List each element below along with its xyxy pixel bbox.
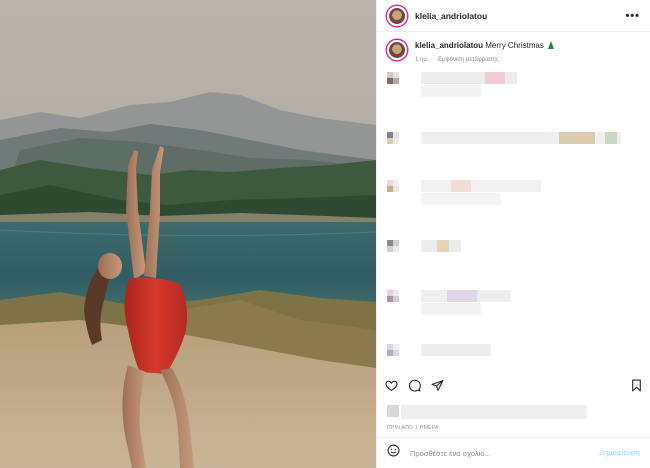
caption-username[interactable]: klelia_andriolatou <box>415 41 483 50</box>
author-username[interactable]: klelia_andriolatou <box>415 11 487 21</box>
christmas-tree-icon <box>548 41 555 49</box>
avatar[interactable] <box>387 5 407 26</box>
list-item <box>387 180 399 192</box>
photo-lake-dancer <box>0 0 376 468</box>
avatar[interactable] <box>387 180 399 192</box>
see-translation-link[interactable]: Εμφάνιση μετάφρασης <box>438 57 498 63</box>
list-item <box>387 290 399 302</box>
comment-input[interactable] <box>408 447 599 459</box>
avatar[interactable] <box>387 72 399 84</box>
avatar[interactable] <box>387 290 399 302</box>
add-comment-bar: Δημοσίευση <box>377 437 650 468</box>
smiley-icon[interactable] <box>387 444 400 462</box>
post-side-panel: klelia_andriolatou ••• klelia_andriolato… <box>376 0 650 468</box>
share-icon[interactable] <box>431 379 444 397</box>
post-header: klelia_andriolatou ••• <box>377 0 650 32</box>
more-options-icon[interactable]: ••• <box>625 10 640 22</box>
caption-time: 1 ημ. <box>415 57 429 63</box>
comment-icon[interactable] <box>408 379 421 397</box>
comments-section[interactable]: klelia_andriolatou Merry Christmas 1 ημ.… <box>377 32 650 373</box>
list-item <box>387 72 399 84</box>
caption-meta: 1 ημ. Εμφάνιση μετάφρασης <box>415 55 554 66</box>
list-item <box>387 240 399 252</box>
likes-summary[interactable] <box>377 403 650 425</box>
caption-body: klelia_andriolatou Merry Christmas 1 ημ.… <box>415 40 555 66</box>
post-photo[interactable] <box>0 0 376 468</box>
list-item <box>387 132 399 144</box>
caption-text: Merry Christmas <box>485 41 544 50</box>
avatar[interactable] <box>387 132 399 144</box>
post-caption: klelia_andriolatou Merry Christmas 1 ημ.… <box>387 40 640 66</box>
caption-avatar[interactable] <box>387 40 407 60</box>
heart-icon[interactable] <box>385 379 398 397</box>
list-item <box>387 344 399 356</box>
post-comment-button[interactable]: Δημοσίευση <box>599 450 640 457</box>
bookmark-icon[interactable] <box>631 379 642 397</box>
avatar <box>387 405 399 417</box>
post-date[interactable]: ΠΡΙΝ ΑΠΟ 1 ΗΜΕΡΑ <box>387 425 650 433</box>
avatar[interactable] <box>387 344 399 356</box>
avatar[interactable] <box>387 240 399 252</box>
instagram-post: klelia_andriolatou ••• klelia_andriolato… <box>0 0 650 468</box>
blurred-comment <box>421 344 491 356</box>
blurred-comment <box>421 180 541 192</box>
action-bar <box>377 373 650 403</box>
blurred-likes-text <box>401 405 587 419</box>
